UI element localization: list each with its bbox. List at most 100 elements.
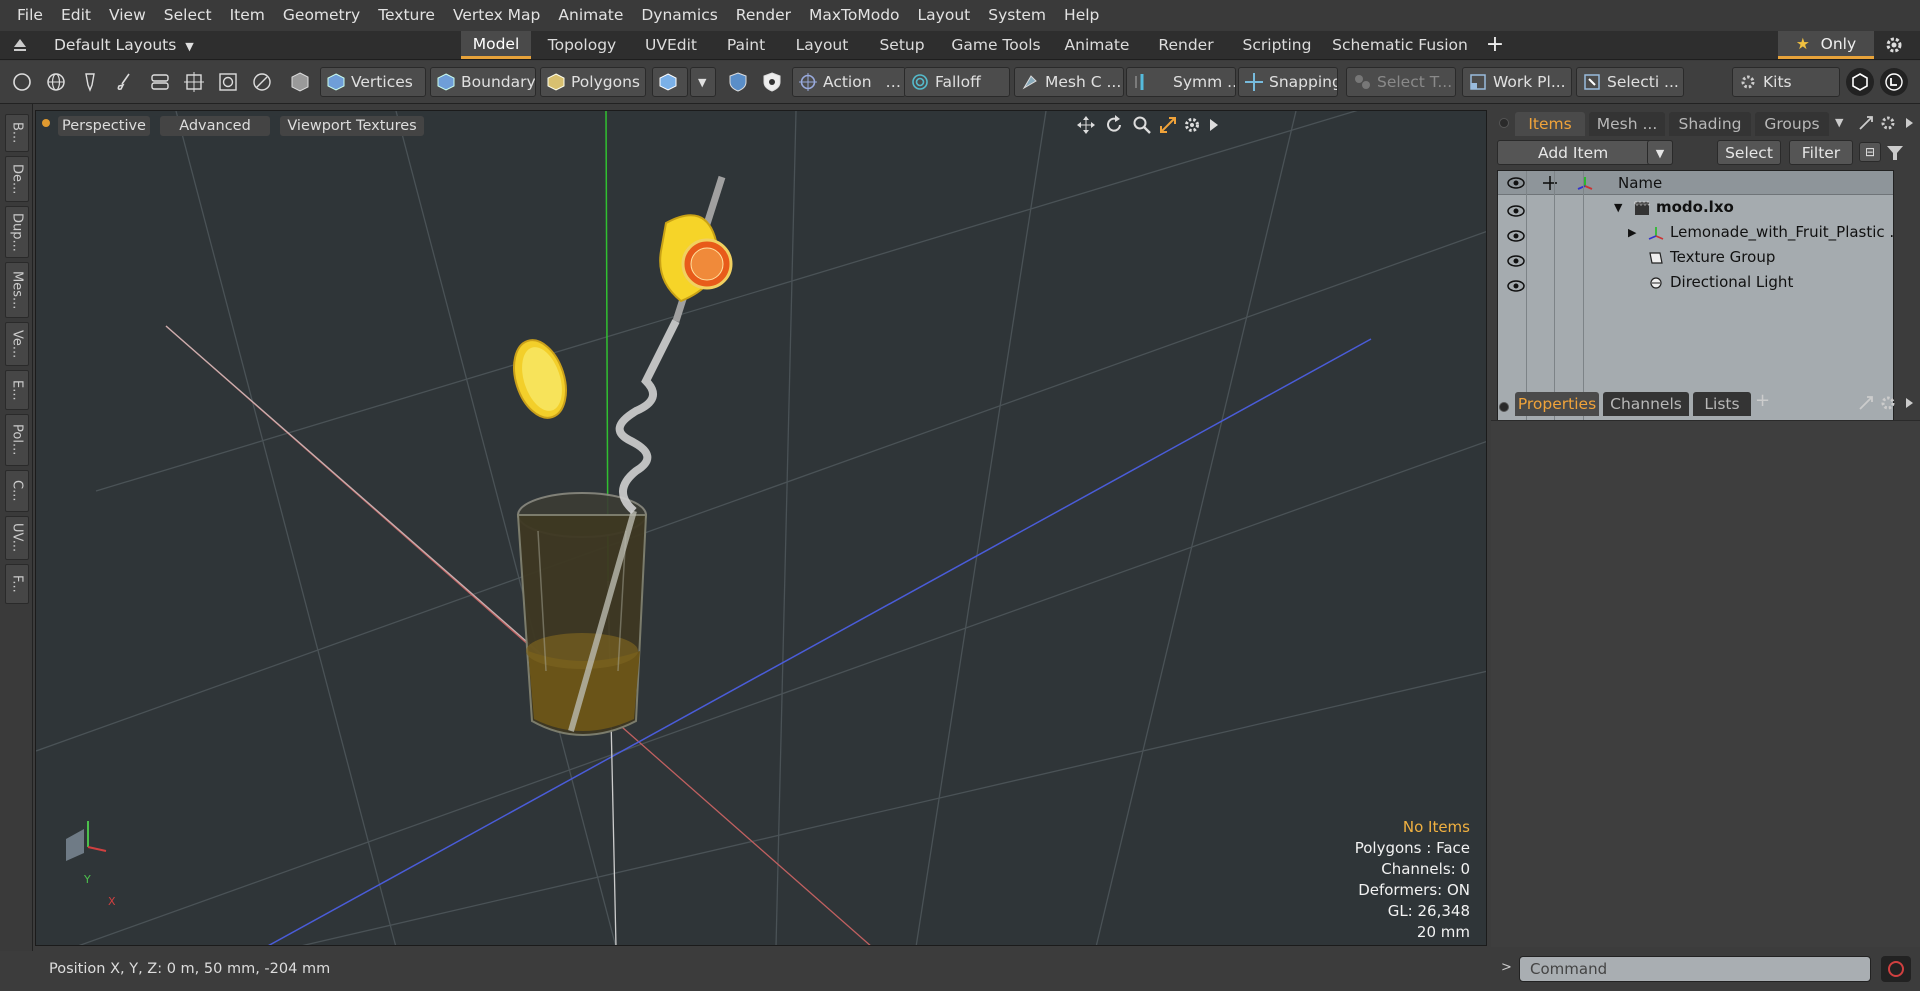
panel-arrow-icon[interactable]: [1903, 394, 1915, 412]
list-item-directional-light[interactable]: Directional Light: [1498, 270, 1893, 295]
menu-edit[interactable]: Edit: [52, 0, 100, 31]
menu-system[interactable]: System: [979, 0, 1055, 31]
list-item-texture-group[interactable]: Texture Group: [1498, 245, 1893, 270]
panel-arrow-icon[interactable]: [1903, 114, 1915, 132]
tab-schematic-fusion[interactable]: Schematic Fusion: [1330, 31, 1470, 59]
visibility-eye-icon[interactable]: [1506, 276, 1526, 292]
symmetry-button[interactable]: Symm ...: [1126, 67, 1236, 97]
menu-geometry[interactable]: Geometry: [274, 0, 369, 31]
menu-help[interactable]: Help: [1055, 0, 1108, 31]
ring-select-icon[interactable]: [214, 68, 242, 96]
tab-topology[interactable]: Topology: [538, 31, 626, 59]
3d-viewport[interactable]: Perspective Advanced Viewport Textures N…: [35, 110, 1487, 946]
tabs-overflow-chevron-icon[interactable]: ▼: [1835, 116, 1843, 129]
name-column-header[interactable]: Name: [1618, 171, 1662, 195]
filter-button[interactable]: Filter: [1789, 140, 1853, 165]
soccer-ball-icon[interactable]: [758, 68, 786, 96]
rotate-view-icon[interactable]: [1104, 115, 1124, 135]
maximize-viewport-icon[interactable]: [1158, 115, 1178, 135]
polygons-button[interactable]: Polygons: [540, 67, 646, 97]
kits-button[interactable]: Kits: [1732, 67, 1840, 97]
gear-icon[interactable]: [1884, 35, 1904, 55]
funnel-filter-icon[interactable]: [1885, 143, 1905, 163]
tab-animate[interactable]: Animate: [1056, 31, 1138, 59]
tab-mesh[interactable]: Mesh ...: [1589, 112, 1665, 136]
left-tab-uv[interactable]: UV...: [5, 516, 29, 560]
lasso-icon[interactable]: [248, 68, 276, 96]
visibility-eye-icon[interactable]: [1506, 176, 1526, 190]
add-tab-icon[interactable]: +: [1484, 34, 1506, 56]
zoom-icon[interactable]: [1132, 115, 1152, 135]
command-input[interactable]: Command: [1519, 956, 1871, 982]
tab-paint[interactable]: Paint: [716, 31, 776, 59]
expand-right-icon[interactable]: ▶: [1628, 220, 1636, 245]
advanced-button[interactable]: Advanced: [160, 116, 270, 136]
layout-selector[interactable]: Default Layouts ▼: [54, 31, 194, 59]
tab-properties[interactable]: Properties: [1515, 392, 1599, 416]
action-center-button[interactable]: Action …: [792, 67, 906, 97]
menu-dynamics[interactable]: Dynamics: [632, 0, 726, 31]
panel-gear-icon[interactable]: [1879, 114, 1897, 132]
pan-icon[interactable]: [1076, 115, 1096, 135]
tab-groups[interactable]: Groups: [1755, 112, 1829, 136]
viewport-textures-button[interactable]: Viewport Textures: [280, 116, 424, 136]
pen-icon[interactable]: [76, 68, 104, 96]
menu-texture[interactable]: Texture: [369, 0, 444, 31]
left-tab-edge[interactable]: E...: [5, 370, 29, 410]
left-tab-curve[interactable]: C...: [5, 470, 29, 512]
material-mode-button[interactable]: [652, 67, 688, 97]
vertices-button[interactable]: Vertices: [320, 67, 426, 97]
tab-scripting[interactable]: Scripting: [1234, 31, 1320, 59]
tab-items[interactable]: Items: [1515, 112, 1585, 136]
tab-layout[interactable]: Layout: [784, 31, 860, 59]
mesh-constraint-button[interactable]: Mesh C ...: [1014, 67, 1124, 97]
panel-maximize-icon[interactable]: [1857, 394, 1875, 412]
viewport-menu-arrow-icon[interactable]: [1206, 115, 1222, 135]
select-mode-none-icon[interactable]: [8, 68, 36, 96]
collapse-up-icon[interactable]: [12, 37, 28, 53]
viewport-gear-icon[interactable]: [1182, 115, 1202, 135]
menu-animate[interactable]: Animate: [549, 0, 632, 31]
item-mode-icon[interactable]: [286, 68, 314, 96]
visibility-eye-icon[interactable]: [1506, 251, 1526, 267]
left-tab-vertex[interactable]: Ve...: [5, 322, 29, 366]
left-tab-fusion[interactable]: F...: [5, 564, 29, 604]
expand-down-icon[interactable]: ▼: [1614, 195, 1622, 220]
boundary-button[interactable]: Boundary: [430, 67, 536, 97]
symmetry-shield-icon[interactable]: [724, 68, 752, 96]
tab-model[interactable]: Model: [461, 31, 531, 59]
snapping-button[interactable]: Snapping: [1238, 67, 1338, 97]
tab-render[interactable]: Render: [1146, 31, 1226, 59]
lock-mover-icon[interactable]: [1541, 174, 1559, 192]
menu-render[interactable]: Render: [727, 0, 800, 31]
visibility-eye-icon[interactable]: [1506, 226, 1526, 242]
tab-setup[interactable]: Setup: [868, 31, 936, 59]
tab-channels[interactable]: Channels: [1603, 392, 1689, 416]
globe-icon[interactable]: [42, 68, 70, 96]
perspective-button[interactable]: Perspective: [58, 116, 150, 136]
work-plane-button[interactable]: Work Pl...: [1462, 67, 1572, 97]
tab-game-tools[interactable]: Game Tools: [944, 31, 1048, 59]
left-tab-duplicate[interactable]: Dup...: [5, 206, 29, 258]
tab-shading[interactable]: Shading: [1669, 112, 1751, 136]
axis-icon[interactable]: [1576, 174, 1594, 192]
menu-file[interactable]: File: [8, 0, 52, 31]
menu-view[interactable]: View: [100, 0, 155, 31]
list-item-mesh[interactable]: ▶ Lemonade_with_Fruit_Plastic ...: [1498, 220, 1893, 245]
panel-maximize-icon[interactable]: [1857, 114, 1875, 132]
grid-select-icon[interactable]: [180, 68, 208, 96]
select-button[interactable]: Select: [1717, 140, 1781, 165]
add-tab-icon[interactable]: +: [1755, 390, 1770, 411]
tab-uvedit[interactable]: UVEdit: [634, 31, 708, 59]
unity-icon[interactable]: [1846, 68, 1874, 96]
loop-select-icon[interactable]: [146, 68, 174, 96]
menu-layout[interactable]: Layout: [909, 0, 980, 31]
unreal-icon[interactable]: [1880, 68, 1908, 96]
menu-vertex-map[interactable]: Vertex Map: [444, 0, 549, 31]
only-toggle[interactable]: ★ Only: [1778, 31, 1874, 59]
mode-dropdown[interactable]: ▼: [690, 67, 716, 97]
collapse-list-icon[interactable]: ⊟: [1859, 142, 1881, 162]
left-tab-mesh-edit[interactable]: Mes...: [5, 262, 29, 318]
brush-icon[interactable]: [110, 68, 138, 96]
select-through-button[interactable]: Select T...: [1346, 67, 1456, 97]
